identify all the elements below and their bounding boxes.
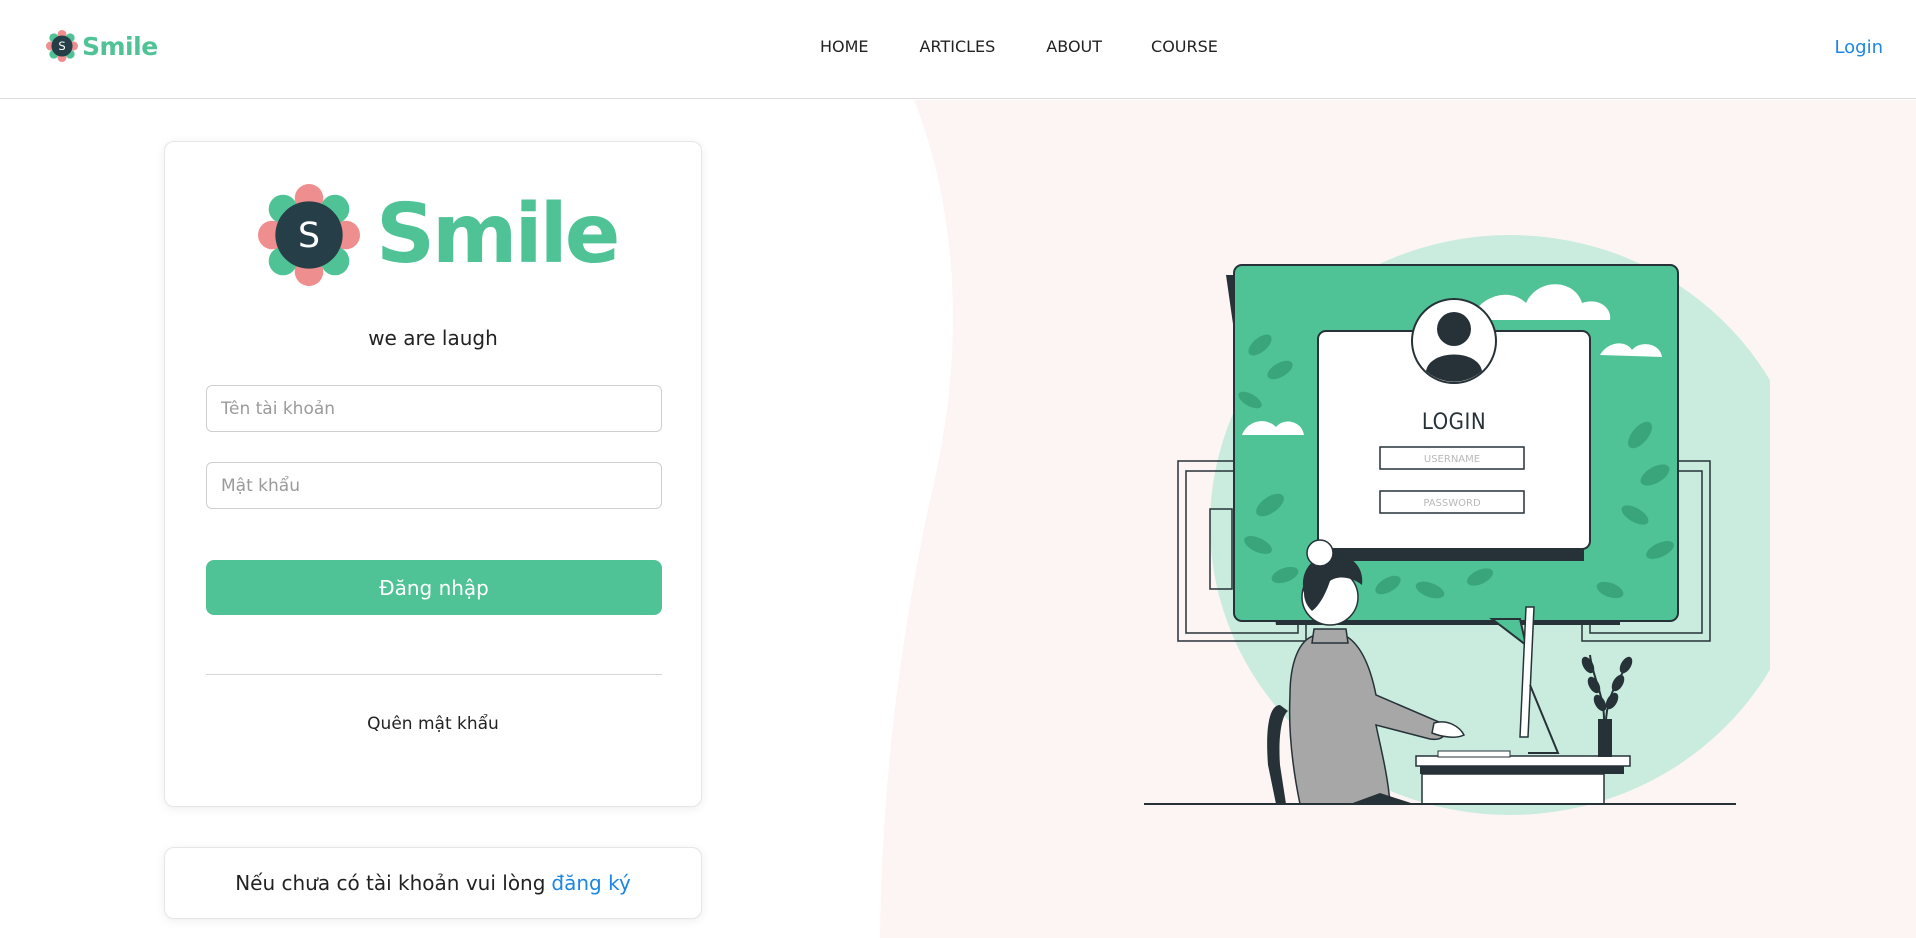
brand-name: Smile — [82, 31, 158, 61]
nav-course[interactable]: COURSE — [1151, 37, 1218, 56]
password-input[interactable] — [206, 462, 662, 509]
svg-text:S: S — [58, 39, 65, 53]
illustration-password-label: PASSWORD — [1423, 498, 1481, 509]
nav-articles[interactable]: ARTICLES — [920, 37, 996, 56]
smile-logo-icon: S — [46, 30, 78, 62]
username-input[interactable] — [206, 385, 662, 432]
register-card: Nếu chưa có tài khoản vui lòng đăng ký — [164, 847, 702, 919]
login-illustration: LOGIN USERNAME PASSWORD — [1144, 235, 1770, 815]
card-brand-logo: S Smile — [258, 184, 620, 286]
register-prompt: Nếu chưa có tài khoản vui lòng — [235, 871, 546, 895]
top-navbar: S Smile HOME ARTICLES ABOUT COURSE Login — [0, 0, 1916, 99]
illustration-username-label: USERNAME — [1424, 454, 1480, 465]
divider — [206, 674, 662, 675]
header-login-link[interactable]: Login — [1834, 37, 1883, 58]
illustration-title: LOGIN — [1422, 410, 1486, 435]
tagline: we are laugh — [368, 326, 498, 350]
user-avatar-icon — [1411, 298, 1497, 384]
login-submit-button[interactable]: Đăng nhập — [206, 560, 662, 615]
register-link[interactable]: đăng ký — [551, 871, 630, 895]
nav-about[interactable]: ABOUT — [1046, 37, 1102, 56]
forgot-password-link[interactable]: Quên mật khẩu — [165, 714, 701, 734]
brand-link[interactable]: S Smile — [46, 30, 158, 62]
desk — [1415, 755, 1631, 805]
card-brand-name: Smile — [376, 187, 620, 282]
nav-home[interactable]: HOME — [820, 37, 869, 56]
main-nav: HOME ARTICLES ABOUT COURSE — [820, 37, 1218, 56]
login-card: S Smile we are laugh Đăng nhập Quên mật … — [164, 141, 702, 807]
smile-logo-icon: S — [258, 184, 360, 286]
svg-text:S: S — [298, 216, 320, 256]
